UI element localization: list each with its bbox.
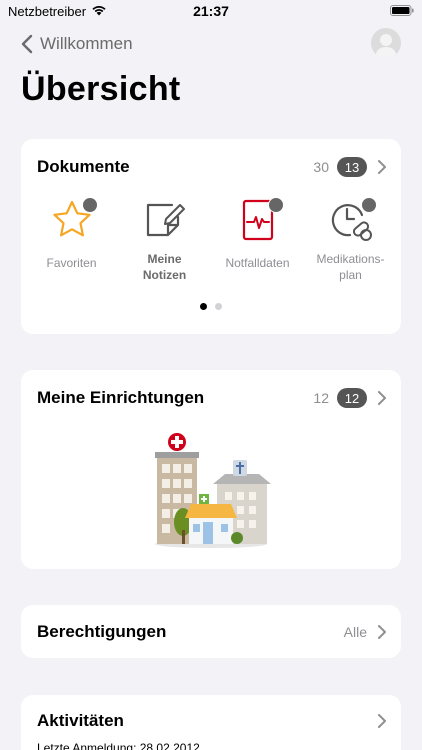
- unread-dot: [267, 197, 284, 213]
- documents-grid: Favoriten Meine Notizen Notfalldaten Med…: [21, 197, 401, 287]
- medication-plan-item[interactable]: Medikations- plan: [306, 197, 396, 287]
- facilities-header[interactable]: Meine Einrichtungen 12 12: [37, 370, 387, 426]
- user-silhouette-icon: [375, 34, 397, 58]
- documents-title: Dokumente: [37, 157, 130, 176]
- chevron-right-icon: [378, 160, 386, 174]
- page-dot-active: [200, 303, 207, 310]
- medication-plan-line2: plan: [339, 268, 362, 282]
- facilities-badge: 12: [337, 388, 367, 408]
- chevron-right-icon: [378, 624, 386, 639]
- notes-label: Meine Notizen: [120, 251, 210, 283]
- back-label: Willkommen: [40, 34, 133, 53]
- back-button[interactable]: Willkommen: [20, 32, 133, 56]
- page-indicator[interactable]: [21, 303, 401, 310]
- hospital-buildings-illustration: [155, 433, 271, 548]
- facilities-count: 12: [313, 390, 329, 406]
- activities-header[interactable]: Aktivitäten: [37, 695, 387, 747]
- battery-icon: [390, 5, 414, 16]
- status-bar: Netzbetreiber 21:37: [0, 0, 422, 24]
- activities-title: Aktivitäten: [37, 711, 124, 730]
- notes-item[interactable]: Meine Notizen: [120, 197, 210, 287]
- medication-plan-line1: Medikations-: [316, 252, 385, 266]
- note-edit-icon: [146, 203, 185, 237]
- notes-label-line2: Notizen: [142, 268, 187, 282]
- chevron-right-icon: [378, 391, 386, 405]
- documents-header[interactable]: Dokumente 30 13: [37, 139, 387, 195]
- documents-badge: 13: [337, 157, 367, 177]
- facilities-title: Meine Einrichtungen: [37, 388, 205, 407]
- favorites-label: Favoriten: [46, 256, 97, 270]
- notes-label-line1: Meine: [147, 252, 182, 266]
- emergency-data-label: Notfalldaten: [225, 256, 290, 270]
- emergency-data-item[interactable]: Notfalldaten: [213, 197, 303, 287]
- chevron-left-icon: [21, 34, 33, 54]
- favorites-item[interactable]: Favoriten: [27, 197, 117, 287]
- page-dot: [215, 303, 222, 310]
- permissions-header[interactable]: Berechtigungen Alle: [37, 605, 387, 658]
- permissions-card[interactable]: Berechtigungen Alle: [21, 605, 401, 658]
- medication-plan-label: Medikations- plan: [306, 251, 396, 283]
- chevron-right-icon: [378, 714, 386, 728]
- permissions-title: Berechtigungen: [37, 621, 167, 641]
- avatar[interactable]: [371, 28, 401, 58]
- unread-dot: [360, 197, 377, 213]
- unread-dot: [81, 197, 98, 213]
- clock: 21:37: [193, 3, 229, 19]
- permissions-value: Alle: [343, 623, 367, 640]
- documents-card: Dokumente 30 13 Favoriten Meine Notizen …: [21, 139, 401, 334]
- facilities-card: Meine Einrichtungen 12 12: [21, 370, 401, 569]
- documents-count: 30: [313, 159, 329, 175]
- activities-card[interactable]: Aktivitäten Letzte Anmeldung: 28.02.2012: [21, 695, 401, 750]
- page-title: Übersicht: [21, 70, 181, 108]
- last-login-text: Letzte Anmeldung: 28.02.2012: [37, 741, 200, 750]
